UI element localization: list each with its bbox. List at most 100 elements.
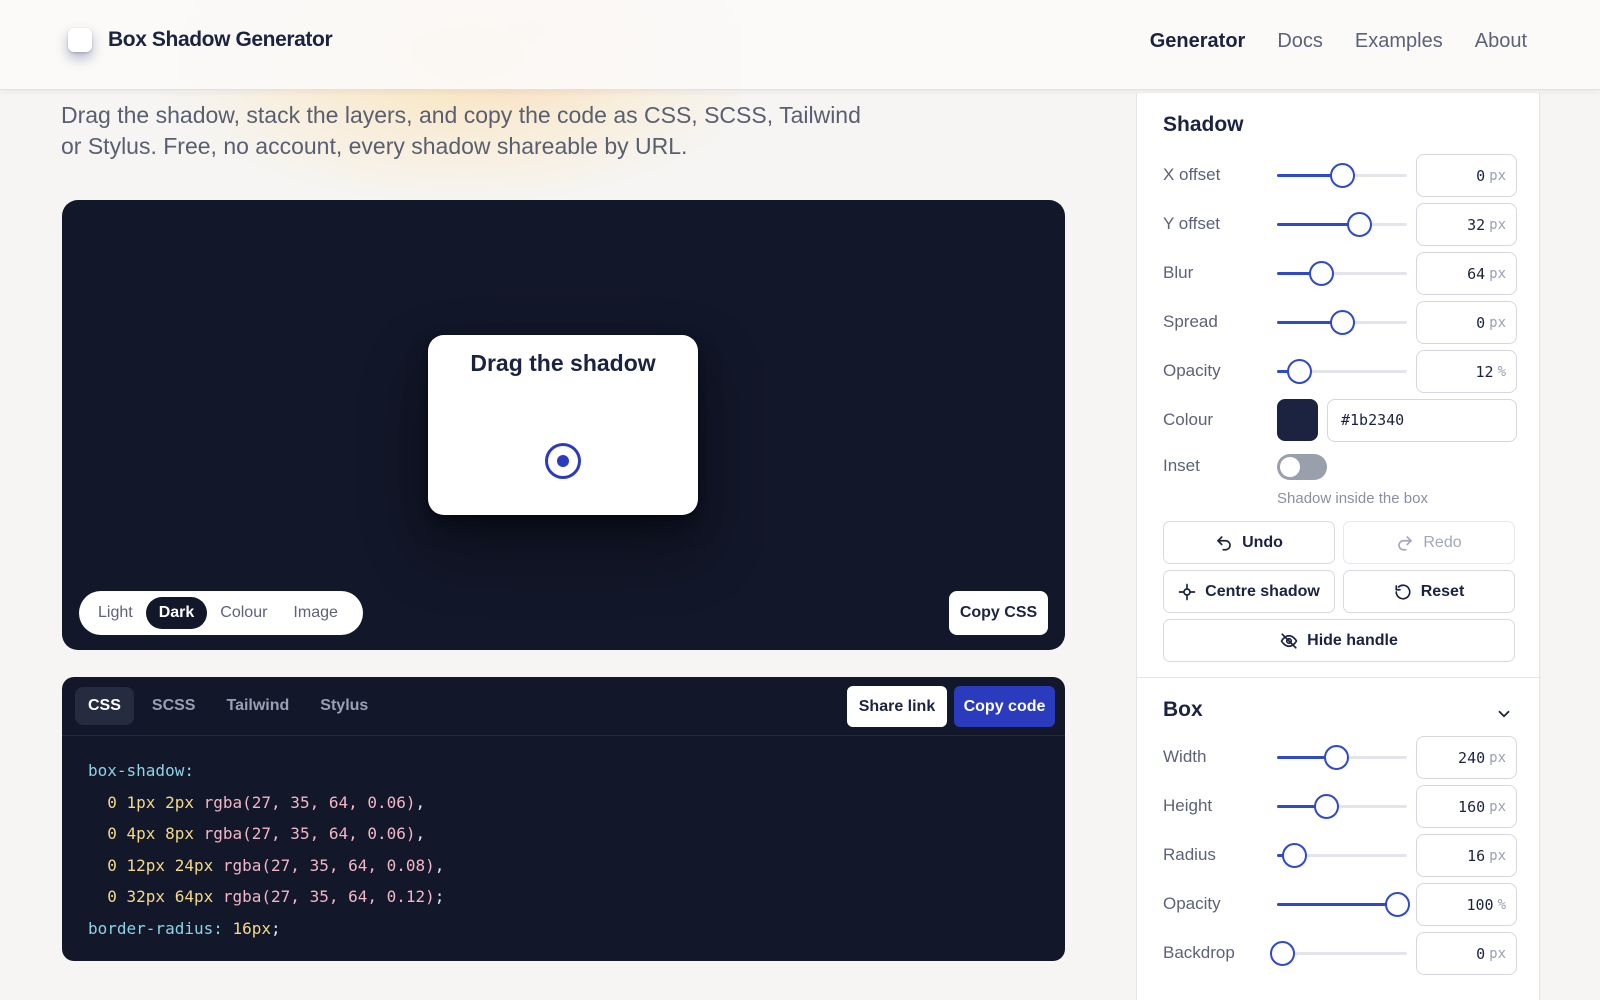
main-nav: Generator Docs Examples About [1150, 30, 1527, 53]
logo-icon [68, 28, 92, 52]
width-label: Width [1163, 747, 1207, 766]
tab-css[interactable]: CSS [75, 687, 134, 725]
box-opacity-input[interactable]: 100% [1416, 883, 1517, 926]
box-opacity-slider[interactable] [1277, 892, 1410, 917]
spread-input[interactable]: 0 px [1416, 301, 1517, 344]
colour-swatch[interactable] [1277, 399, 1318, 441]
code-line: border-radius: 16px; [88, 918, 281, 938]
copy-code-button[interactable]: Copy code [954, 686, 1055, 727]
shadow-opacity-input[interactable]: 12% [1416, 350, 1517, 393]
y-offset-input[interactable]: 32 px [1416, 203, 1517, 246]
backdrop-input[interactable]: 0 px [1416, 932, 1517, 975]
y-offset-slider[interactable] [1277, 212, 1407, 237]
nav-docs[interactable]: Docs [1277, 30, 1323, 53]
centre-shadow-button[interactable]: Centre shadow [1163, 570, 1335, 613]
shadow-section-title: Shadow [1163, 113, 1244, 136]
backdrop-slider[interactable] [1270, 941, 1407, 966]
blur-input[interactable]: 64 px [1416, 252, 1517, 295]
inset-row: Inset [1163, 445, 1515, 487]
section-divider [1137, 677, 1541, 678]
spread-slider[interactable] [1277, 310, 1407, 335]
brand[interactable]: Box Shadow Generator [68, 28, 333, 52]
blur-label: Blur [1163, 263, 1194, 282]
redo-icon [1398, 535, 1413, 551]
intro-line-2: or Stylus. Free, no account, every shado… [61, 133, 688, 159]
intro-text: Drag the shadow, stack the layers, and c… [61, 100, 861, 162]
box-opacity-label: Opacity [1163, 894, 1221, 913]
redo-button[interactable]: Redo [1343, 521, 1515, 564]
x-offset-label: X offset [1163, 165, 1221, 184]
nav-generator[interactable]: Generator [1150, 30, 1246, 53]
inset-hint: Shadow inside the box [1277, 490, 1428, 507]
width-row: Width 240 px [1163, 736, 1517, 779]
width-slider[interactable] [1277, 745, 1407, 770]
slider-knob[interactable] [1309, 261, 1335, 286]
undo-button[interactable]: Undo [1163, 521, 1335, 564]
radius-input[interactable]: 16 px [1416, 834, 1517, 877]
shadow-drag-handle[interactable] [545, 443, 581, 479]
box-section-title: Box [1163, 698, 1203, 721]
shadow-opacity-row: Opacity 12% [1163, 350, 1517, 393]
radius-slider[interactable] [1277, 843, 1407, 868]
hide-handle-button[interactable]: Hide handle [1163, 619, 1515, 662]
width-input[interactable]: 240 px [1416, 736, 1517, 779]
blur-row: Blur 64 px [1163, 252, 1517, 295]
code-line: 0 12px 24px rgba(27, 35, 64, 0.08), [107, 855, 445, 875]
tab-scss[interactable]: SCSS [139, 687, 209, 725]
slider-knob[interactable] [1314, 794, 1340, 819]
tab-stylus[interactable]: Stylus [307, 687, 381, 725]
intro-line-1: Drag the shadow, stack the layers, and c… [61, 102, 861, 128]
slider-knob[interactable] [1330, 310, 1355, 335]
preview-stage: Drag the shadow Light Dark Colour Image … [62, 200, 1065, 650]
height-row: Height 160 px [1163, 785, 1517, 828]
inset-toggle[interactable] [1277, 454, 1327, 480]
chevron-down-icon[interactable] [1495, 705, 1513, 723]
preview-title: Drag the shadow [470, 350, 656, 376]
nav-about[interactable]: About [1475, 30, 1527, 53]
share-link-button[interactable]: Share link [847, 686, 947, 727]
copy-css-button[interactable]: Copy CSS [949, 591, 1048, 635]
bg-light-option[interactable]: Light [85, 597, 146, 629]
code-line: 0 1px 2px rgba(27, 35, 64, 0.06), [107, 792, 426, 812]
settings-sidebar: Shadow X offset 0 px Y offset 32 px Blur 6… [1136, 93, 1541, 1000]
colour-row: Colour #1b2340 [1163, 399, 1517, 442]
height-label: Height [1163, 796, 1213, 815]
colour-hex-input[interactable]: #1b2340 [1327, 399, 1517, 442]
x-offset-slider[interactable] [1277, 163, 1407, 188]
eye-off-icon [1280, 632, 1298, 649]
slider-knob[interactable] [1270, 941, 1296, 966]
bg-image-option[interactable]: Image [280, 597, 350, 629]
radius-label: Radius [1163, 845, 1216, 864]
slider-knob[interactable] [1330, 163, 1355, 188]
code-output: box-shadow: 0 1px 2px rgba(27, 35, 64, 0… [62, 736, 1065, 944]
brand-name: Box Shadow Generator [108, 28, 333, 51]
x-offset-input[interactable]: 0 px [1416, 154, 1517, 197]
slider-knob[interactable] [1287, 359, 1313, 384]
nav-examples[interactable]: Examples [1355, 30, 1443, 53]
reset-icon [1395, 583, 1411, 600]
backdrop-label: Backdrop [1163, 943, 1235, 962]
tab-tailwind[interactable]: Tailwind [213, 687, 302, 725]
undo-icon [1217, 535, 1231, 551]
slider-knob[interactable] [1384, 892, 1410, 917]
inset-label: Inset [1163, 456, 1200, 475]
shadow-opacity-label: Opacity [1163, 361, 1221, 380]
y-offset-label: Y offset [1163, 214, 1221, 233]
bg-dark-option[interactable]: Dark [145, 597, 208, 629]
code-line: 0 4px 8px rgba(27, 35, 64, 0.06), [107, 824, 426, 843]
colour-label: Colour [1163, 410, 1214, 429]
height-slider[interactable] [1277, 794, 1407, 819]
background-switcher: Light Dark Colour Image [79, 591, 363, 635]
preview-box: Drag the shadow [428, 335, 698, 515]
slider-knob[interactable] [1346, 212, 1372, 237]
bg-colour-option[interactable]: Colour [207, 597, 280, 629]
reset-button[interactable]: Reset [1343, 570, 1515, 613]
code-panel: CSS SCSS Tailwind Stylus Share link Copy… [62, 677, 1065, 961]
slider-knob[interactable] [1323, 745, 1349, 770]
code-tabs: CSS SCSS Tailwind Stylus Share link Copy… [62, 677, 1065, 736]
blur-slider[interactable] [1277, 261, 1407, 286]
height-input[interactable]: 160 px [1416, 785, 1517, 828]
box-opacity-row: Opacity 100% [1163, 883, 1517, 926]
slider-knob[interactable] [1281, 843, 1307, 868]
shadow-opacity-slider[interactable] [1277, 359, 1407, 384]
